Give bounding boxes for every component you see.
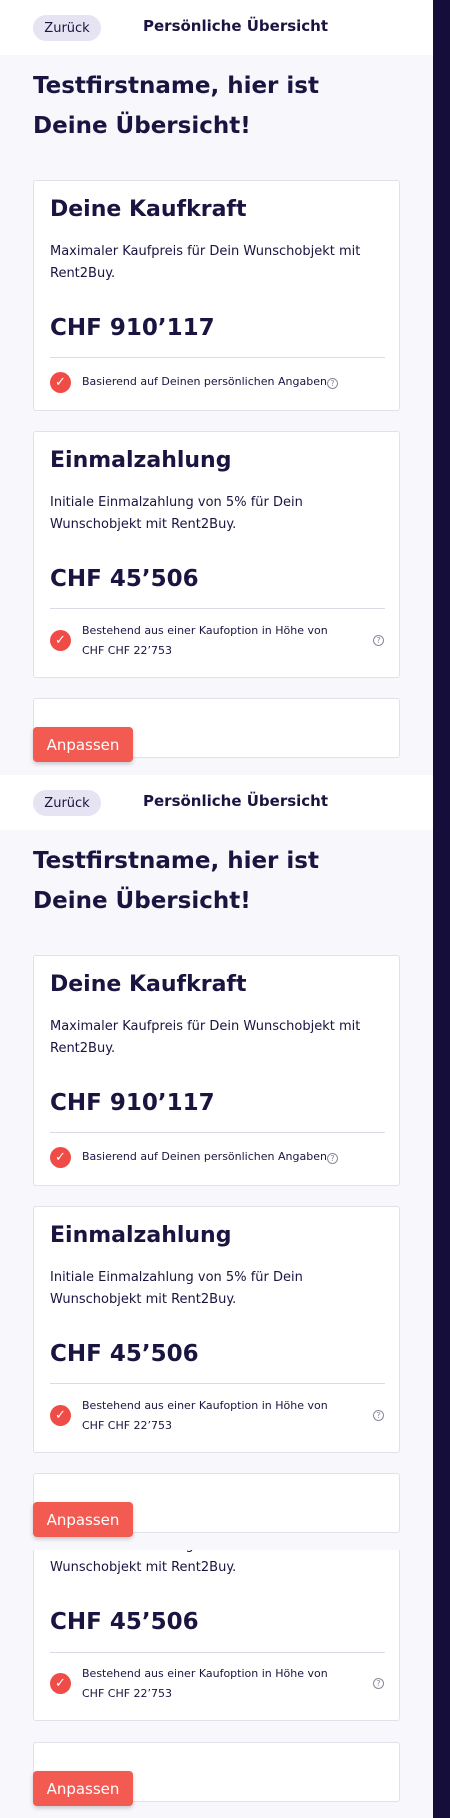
down-payment-amount: CHF 45’506 — [50, 1341, 199, 1367]
down-payment-card: Einmalzahlung Initiale Einmalzahlung von… — [33, 1206, 400, 1453]
adjust-button[interactable]: Anpassen — [33, 1502, 133, 1537]
card-description: Initiale Einmalzahlung von 5% für Dein W… — [50, 1270, 303, 1307]
card-divider — [50, 1383, 385, 1384]
overview-view-1: Zurück Persönliche Übersicht Testfirstna… — [0, 0, 433, 775]
card-title: Einmalzahlung — [50, 448, 232, 473]
adjust-button[interactable]: Anpassen — [33, 1771, 133, 1806]
card-description: Maximaler Kaufpreis für Dein Wunschobjek… — [50, 244, 361, 281]
down-payment-card: Einmalzahlung Initiale Einmalzahlung von… — [33, 1550, 400, 1721]
check-icon: ✓ — [50, 1147, 71, 1168]
card-description: Initiale Einmalzahlung von 5% für Dein W… — [50, 1550, 303, 1575]
check-icon: ✓ — [50, 1673, 71, 1694]
card-note: Basierend auf Deinen persönlichen Angabe… — [82, 375, 327, 388]
overview-view-2: Zurück Persönliche Übersicht Testfirstna… — [0, 775, 433, 1550]
help-icon[interactable]: ? — [373, 635, 384, 646]
card-title: Deine Kaufkraft — [50, 197, 247, 222]
check-icon: ✓ — [50, 630, 71, 651]
purchasing-power-amount: CHF 910’117 — [50, 1090, 215, 1116]
card-divider — [50, 357, 385, 358]
overview-view-3: Einmalzahlung Initiale Einmalzahlung von… — [0, 1550, 433, 1818]
header-title: Persönliche Übersicht — [143, 17, 329, 35]
help-icon[interactable]: ? — [373, 1410, 384, 1421]
card-note: Bestehend aus einer Kaufoption in Höhe v… — [82, 1667, 328, 1700]
help-icon[interactable]: ? — [327, 1153, 338, 1164]
check-icon: ✓ — [50, 372, 71, 393]
card-note: Bestehend aus einer Kaufoption in Höhe v… — [82, 624, 328, 657]
check-icon: ✓ — [50, 1405, 71, 1426]
header: Zurück Persönliche Übersicht — [0, 0, 433, 55]
adjust-button[interactable]: Anpassen — [33, 727, 133, 762]
down-payment-amount: CHF 45’506 — [50, 1609, 199, 1635]
down-payment-amount: CHF 45’506 — [50, 566, 199, 592]
purchasing-power-card: Deine Kaufkraft Maximaler Kaufpreis für … — [33, 955, 400, 1186]
card-note: Bestehend aus einer Kaufoption in Höhe v… — [82, 1399, 328, 1432]
down-payment-card: Einmalzahlung Initiale Einmalzahlung von… — [33, 431, 400, 678]
card-divider — [50, 1652, 385, 1653]
header: Zurück Persönliche Übersicht — [0, 775, 433, 830]
card-description: Initiale Einmalzahlung von 5% für Dein W… — [50, 495, 303, 532]
page-headline: Testfirstname, hier ist Deine Übersicht! — [33, 73, 319, 139]
help-icon[interactable]: ? — [373, 1678, 384, 1689]
back-button[interactable]: Zurück — [33, 790, 101, 816]
card-title: Einmalzahlung — [50, 1223, 232, 1248]
scrollbar-rail — [433, 0, 450, 1818]
back-button[interactable]: Zurück — [33, 15, 101, 41]
purchasing-power-card: Deine Kaufkraft Maximaler Kaufpreis für … — [33, 180, 400, 411]
help-icon[interactable]: ? — [327, 378, 338, 389]
card-note: Basierend auf Deinen persönlichen Angabe… — [82, 1150, 327, 1163]
header-title: Persönliche Übersicht — [143, 792, 329, 810]
card-divider — [50, 608, 385, 609]
purchasing-power-amount: CHF 910’117 — [50, 315, 215, 341]
card-divider — [50, 1132, 385, 1133]
card-title: Deine Kaufkraft — [50, 972, 247, 997]
card-description: Maximaler Kaufpreis für Dein Wunschobjek… — [50, 1019, 361, 1056]
page-headline: Testfirstname, hier ist Deine Übersicht! — [33, 848, 319, 914]
